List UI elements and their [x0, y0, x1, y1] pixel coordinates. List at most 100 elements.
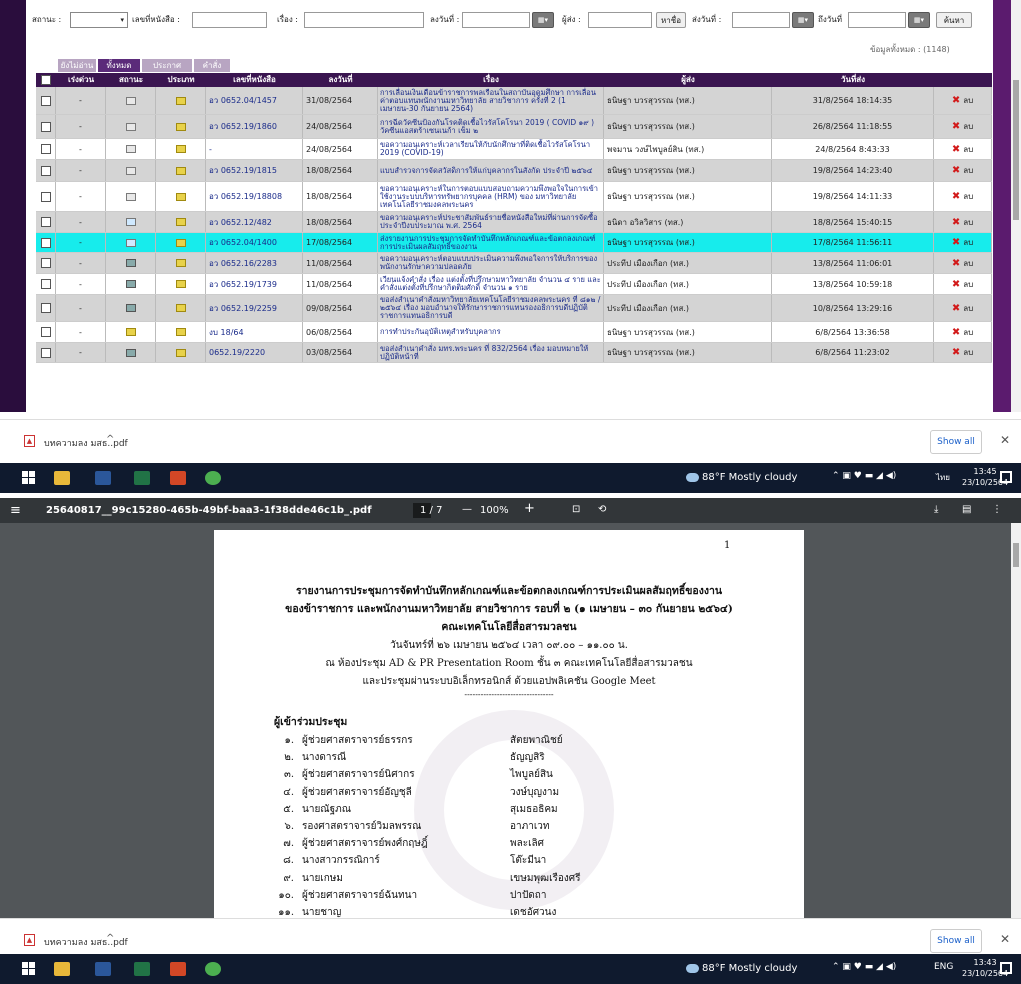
windows-start-icon[interactable]	[22, 962, 38, 976]
delete-label[interactable]: ลบ	[963, 94, 973, 107]
subject-link[interactable]: การฉีดวัคซีนป้องกันโรคติดเชื้อไวรัสโคโรน…	[378, 115, 604, 138]
delete-label[interactable]: ลบ	[963, 257, 973, 270]
table-row[interactable]: - อว 0652.19/1860 24/08/2564 การฉีดวัคซีนป้…	[36, 115, 992, 139]
subject-link[interactable]: การทำประกันอุบัติเหตุสำหรับบุคลากร	[378, 322, 604, 342]
download-icon[interactable]: ⤓	[934, 504, 938, 515]
doc-no-cell[interactable]: อว 0652.16/2283	[206, 253, 303, 273]
doc-no-cell[interactable]: อว 0652.19/18808	[206, 182, 303, 211]
print-icon[interactable]: ▤	[962, 504, 971, 515]
doc-no-cell[interactable]: -	[206, 139, 303, 159]
notification-icon[interactable]	[1000, 471, 1012, 483]
delete-label[interactable]: ลบ	[963, 143, 973, 156]
doc-no-cell[interactable]: 0652.19/2220	[206, 343, 303, 362]
excel-icon[interactable]	[134, 471, 150, 485]
delete-icon[interactable]: ✖	[952, 347, 960, 358]
show-all-button[interactable]: Show all	[930, 929, 982, 953]
tab-unread[interactable]: ยังไม่อ่าน	[58, 59, 96, 72]
doc-no-cell[interactable]: อว 0652.04/1457	[206, 87, 303, 114]
row-checkbox[interactable]	[40, 95, 51, 106]
page-indicator[interactable]: 1 / 7	[420, 505, 442, 516]
table-row[interactable]: - อว 0652.12/482 18/08/2564 ขอความอนุเคราะห…	[36, 212, 992, 233]
row-checkbox[interactable]	[40, 144, 51, 154]
chrome-icon[interactable]	[205, 962, 221, 976]
zoom-level[interactable]: 100%	[480, 505, 509, 516]
calendar-icon[interactable]: ▦▾	[908, 12, 930, 28]
row-checkbox[interactable]	[40, 121, 51, 132]
powerpoint-icon[interactable]	[170, 962, 186, 976]
row-checkbox-cell[interactable]	[36, 160, 56, 181]
row-checkbox-cell[interactable]	[36, 212, 56, 232]
subject-link[interactable]: การเลื่อนเงินเดือนข้าราชการพลเรือนในสถาบ…	[378, 87, 604, 114]
windows-start-icon[interactable]	[22, 471, 38, 485]
delete-label[interactable]: ลบ	[963, 302, 973, 315]
row-checkbox[interactable]	[40, 347, 51, 358]
powerpoint-icon[interactable]	[170, 471, 186, 485]
delete-icon[interactable]: ✖	[952, 327, 960, 338]
row-checkbox-cell[interactable]	[36, 253, 56, 273]
delete-button[interactable]: ✖ ลบ	[934, 115, 992, 138]
table-row[interactable]: - อว 0652.04/1400 17/08/2564 ส่งรายงานการปร…	[36, 233, 992, 253]
zoom-in-icon[interactable]: +	[524, 501, 535, 516]
row-checkbox[interactable]	[40, 327, 51, 337]
language-indicator[interactable]: ENG	[934, 962, 953, 972]
row-checkbox-cell[interactable]	[36, 322, 56, 342]
delete-icon[interactable]: ✖	[952, 121, 960, 132]
delete-label[interactable]: ลบ	[963, 190, 973, 203]
select-all-checkbox[interactable]	[41, 75, 51, 85]
subject-link[interactable]: ส่งรายงานการประชุมการจัดทำบันทึกหลักเกณฑ…	[378, 233, 604, 252]
word-icon[interactable]	[95, 471, 111, 485]
menu-icon[interactable]: ≡	[10, 503, 21, 518]
scrollbar-thumb[interactable]	[1013, 543, 1019, 567]
table-row[interactable]: - อว 0652.04/1457 31/08/2564 การเลื่อนเงินเ…	[36, 87, 992, 115]
download-file-name[interactable]: บทความลง มสธ..pdf	[44, 436, 128, 450]
delete-button[interactable]: ✖ ลบ	[934, 87, 992, 114]
delete-button[interactable]: ✖ ลบ	[934, 212, 992, 232]
delete-icon[interactable]: ✖	[952, 165, 960, 176]
row-checkbox-cell[interactable]	[36, 343, 56, 362]
status-select[interactable]: ▾	[70, 12, 128, 28]
calendar-icon[interactable]: ▦▾	[792, 12, 814, 28]
delete-button[interactable]: ✖ ลบ	[934, 139, 992, 159]
delete-button[interactable]: ✖ ลบ	[934, 322, 992, 342]
language-indicator[interactable]: ไทย	[936, 471, 950, 484]
table-row[interactable]: - อว 0652.19/1739 11/08/2564 เวียนแจ้งคำสั่…	[36, 274, 992, 295]
tray-icons[interactable]: ⌃ ▣ ♥ ▬ ◢ ◀)	[832, 962, 896, 972]
delete-icon[interactable]: ✖	[952, 144, 960, 155]
subject-link[interactable]: แบบสำรวจการจัดสวัสดิการให้แก่บุคลากรในสั…	[378, 160, 604, 181]
subject-input[interactable]	[304, 12, 424, 28]
delete-label[interactable]: ลบ	[963, 236, 973, 249]
row-checkbox[interactable]	[40, 303, 51, 313]
delete-button[interactable]: ✖ ลบ	[934, 274, 992, 294]
weather-text[interactable]: 88°F Mostly cloudy	[702, 472, 797, 483]
doc-no-cell[interactable]: อว 0652.04/1400	[206, 233, 303, 252]
doc-no-cell[interactable]: อว 0652.19/1739	[206, 274, 303, 294]
subject-link[interactable]: ขอส่งสำเนาคำสั่ง มทร.พระนคร ที่ 832/2564…	[378, 343, 604, 362]
row-checkbox[interactable]	[40, 217, 51, 227]
doc-no-input[interactable]	[192, 12, 267, 28]
delete-label[interactable]: ลบ	[963, 120, 973, 133]
table-row[interactable]: - อว 0652.16/2283 11/08/2564 ขอความอนุเคราะ…	[36, 253, 992, 274]
tab-all[interactable]: ทั้งหมด	[98, 59, 140, 72]
tab-announcement[interactable]: ประกาศ	[142, 59, 192, 72]
download-file-name[interactable]: บทความลง มสธ..pdf	[44, 935, 128, 949]
file-explorer-icon[interactable]	[54, 962, 70, 976]
table-row[interactable]: - 0652.19/2220 03/08/2564 ขอส่งสำเนาคำสั่ง …	[36, 343, 992, 363]
send-date-input[interactable]	[732, 12, 790, 28]
row-checkbox[interactable]	[40, 279, 51, 289]
delete-button[interactable]: ✖ ลบ	[934, 295, 992, 321]
subject-link[interactable]: ขอส่งสำเนาคำสั่งมหาวิทยาลัยเทคโนโลยีราชม…	[378, 295, 604, 321]
delete-icon[interactable]: ✖	[952, 95, 960, 106]
row-checkbox[interactable]	[40, 191, 51, 202]
search-button[interactable]: ค้นหา	[936, 12, 972, 28]
delete-icon[interactable]: ✖	[952, 303, 960, 314]
doc-no-cell[interactable]: อว 0652.12/482	[206, 212, 303, 232]
chevron-up-icon[interactable]: ^	[106, 434, 114, 445]
subject-link[interactable]: ขอความอนุเคราะห์ตอบแบบประเมินความพึงพอใจ…	[378, 253, 604, 273]
table-row[interactable]: - งบ 18/64 06/08/2564 การทำประกันอุบัติเหตุ…	[36, 322, 992, 343]
row-checkbox-cell[interactable]	[36, 233, 56, 252]
delete-label[interactable]: ลบ	[963, 278, 973, 291]
doc-no-cell[interactable]: งบ 18/64	[206, 322, 303, 342]
subject-link[interactable]: ขอความอนุเคราะห์เวลาเรียนให้กับนักศึกษาท…	[378, 139, 604, 159]
tab-order[interactable]: คำสั่ง	[194, 59, 230, 72]
delete-label[interactable]: ลบ	[963, 216, 973, 229]
